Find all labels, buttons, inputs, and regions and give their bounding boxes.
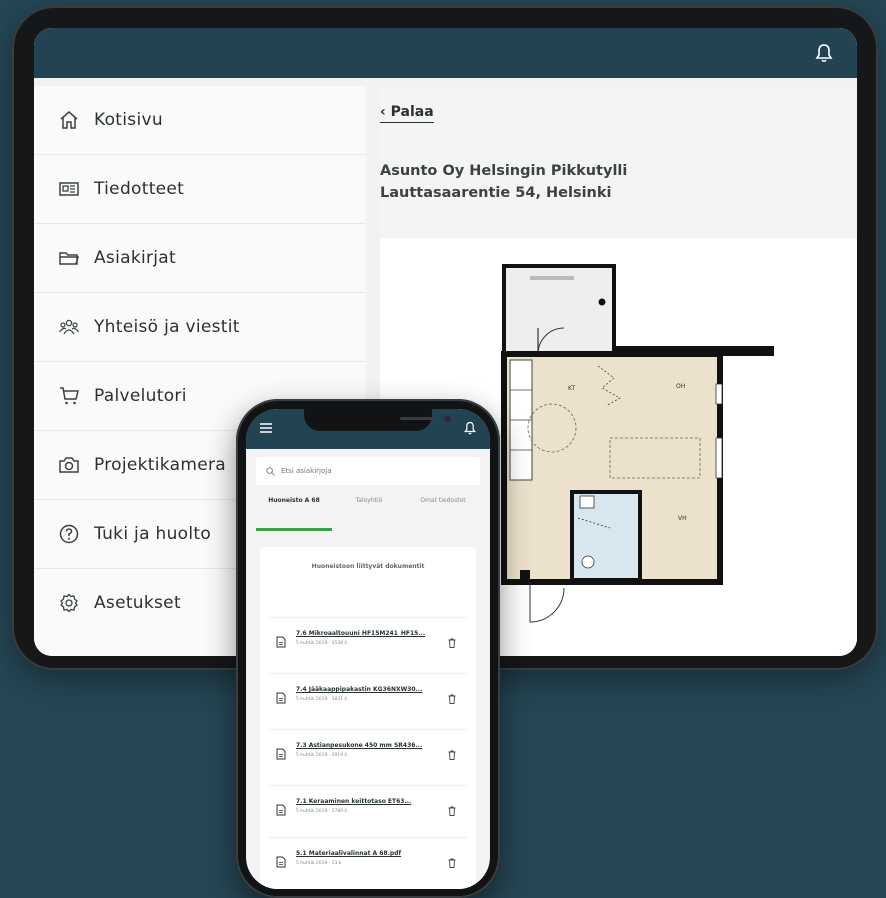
- document-meta: 5 huhtik 2019 · 13 k: [296, 861, 342, 866]
- title-line2: Lauttasaarentie 54, Helsinki: [380, 185, 612, 201]
- tab-omat-tiedostot[interactable]: Omat tiedostot: [406, 489, 480, 531]
- hamburger-menu-icon[interactable]: [260, 423, 272, 433]
- tab-taloyhtio[interactable]: Taloyhtiö: [332, 489, 406, 531]
- front-camera: [444, 415, 451, 422]
- sidebar-item-label: Tuki ja huolto: [94, 524, 212, 544]
- sidebar-item-tiedotteet[interactable]: Tiedotteet: [34, 155, 366, 224]
- back-label: Palaa: [390, 104, 434, 120]
- speaker-grille: [400, 417, 434, 420]
- sidebar-item-label: Projektikamera: [94, 455, 226, 475]
- phone-notch: [304, 409, 451, 431]
- page-title: Asunto Oy Helsingin Pikkutylli Lauttasaa…: [380, 160, 627, 204]
- active-tab-indicator: [256, 528, 332, 531]
- folder-icon: [59, 252, 79, 265]
- trash-icon[interactable]: [448, 806, 456, 816]
- document-name: 7.6 Mikroaaltouuni HF15M241_HF15...: [296, 630, 426, 637]
- trash-icon[interactable]: [448, 694, 456, 704]
- sidebar-item-label: Kotisivu: [94, 110, 163, 130]
- bell-icon[interactable]: [464, 421, 476, 435]
- document-name: 5.1 Materiaalivalinnat A 68.pdf: [296, 850, 402, 857]
- document-item[interactable]: 7.1 Keraaminen keittotaso ET63... 5 huht…: [268, 785, 468, 836]
- document-item[interactable]: 7.4 Jääkaappipakastin KG36NXW30... 5 huh…: [268, 673, 468, 724]
- help-icon: [59, 524, 79, 544]
- sidebar-item-label: Tiedotteet: [94, 179, 185, 199]
- sidebar-item-kotisivu[interactable]: Kotisivu: [34, 86, 366, 155]
- document-meta: 5 huhtik 2019 · 3919 k: [296, 753, 348, 758]
- cart-icon: [60, 387, 79, 405]
- tab-label: Huoneisto A 68: [268, 497, 320, 504]
- sidebar-item-asiakirjat[interactable]: Asiakirjat: [34, 224, 366, 293]
- svg-text:KT: KT: [568, 385, 575, 392]
- search-icon: [266, 466, 275, 476]
- document-item[interactable]: 5.1 Materiaalivalinnat A 68.pdf 5 huhtik…: [268, 837, 468, 888]
- documents-card: Huoneistoon liittyvät dokumentit 7.6 Mik…: [260, 547, 476, 889]
- document-icon: [276, 748, 286, 760]
- community-icon: [59, 319, 79, 335]
- document-item[interactable]: 7.6 Mikroaaltouuni HF15M241_HF15... 5 hu…: [268, 617, 468, 668]
- sidebar-item-yhteiso[interactable]: Yhteisö ja viestit: [34, 293, 366, 362]
- sidebar-item-label: Asiakirjat: [94, 248, 176, 268]
- svg-text:OH: OH: [676, 383, 685, 390]
- document-name: 7.1 Keraaminen keittotaso ET63...: [296, 798, 412, 805]
- document-name: 7.3 Astianpesukone 450 mm SR436...: [296, 742, 423, 749]
- document-name: 7.4 Jääkaappipakastin KG36NXW30...: [296, 686, 423, 693]
- bell-icon[interactable]: [815, 43, 833, 63]
- news-icon: [59, 182, 79, 196]
- tab-bar: Huoneisto A 68 Taloyhtiö Omat tiedostot: [256, 489, 480, 531]
- tablet-header: [34, 28, 857, 78]
- document-item[interactable]: 7.3 Astianpesukone 450 mm SR436... 5 huh…: [268, 729, 468, 780]
- phone-device: Huoneisto A 68 Taloyhtiö Omat tiedostot …: [236, 399, 500, 898]
- tab-label: Taloyhtiö: [355, 497, 383, 504]
- sidebar-item-label: Yhteisö ja viestit: [94, 317, 240, 337]
- document-icon: [276, 804, 286, 816]
- document-icon: [276, 636, 286, 648]
- search-input[interactable]: [281, 467, 461, 475]
- tab-label: Omat tiedostot: [420, 497, 466, 504]
- settings-icon: [60, 593, 78, 613]
- tab-huoneisto[interactable]: Huoneisto A 68: [256, 489, 332, 531]
- document-icon: [276, 856, 286, 868]
- camera-icon: [59, 457, 79, 473]
- document-meta: 5 huhtik 2019 · 3538 k: [296, 641, 348, 646]
- document-icon: [276, 692, 286, 704]
- home-icon: [60, 111, 78, 129]
- document-meta: 5 huhtik 2019 · 1780 k: [296, 809, 348, 814]
- card-title: Huoneistoon liittyvät dokumentit: [311, 563, 425, 570]
- sidebar-item-label: Asetukset: [94, 593, 181, 613]
- trash-icon[interactable]: [448, 858, 456, 868]
- phone-screen: Huoneisto A 68 Taloyhtiö Omat tiedostot …: [246, 409, 490, 889]
- sidebar-item-label: Palvelutori: [94, 386, 187, 406]
- back-link[interactable]: ‹ Palaa: [380, 104, 434, 123]
- trash-icon[interactable]: [448, 750, 456, 760]
- document-meta: 5 huhtik 2019 · 3831 k: [296, 697, 348, 702]
- title-line1: Asunto Oy Helsingin Pikkutylli: [380, 163, 628, 179]
- trash-icon[interactable]: [448, 638, 456, 648]
- search-field[interactable]: [256, 457, 480, 485]
- svg-text:VH: VH: [678, 515, 687, 522]
